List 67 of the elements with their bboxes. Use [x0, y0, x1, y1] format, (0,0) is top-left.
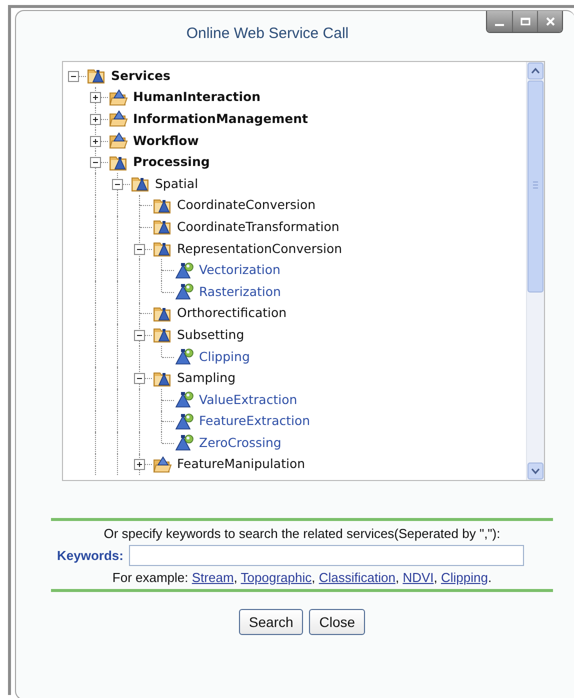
- example-link[interactable]: Clipping: [440, 570, 488, 585]
- folder-icon: [109, 132, 128, 150]
- folder-icon: [109, 88, 128, 106]
- collapse-icon[interactable]: [112, 178, 123, 190]
- folder-icon: [153, 196, 172, 214]
- tree-item[interactable]: CoordinateTransformation: [177, 218, 340, 235]
- tree-item[interactable]: Clipping: [199, 348, 250, 365]
- expand-icon[interactable]: [90, 114, 101, 125]
- tree-item[interactable]: RepresentationConversion: [177, 240, 342, 257]
- close-button[interactable]: [537, 11, 562, 32]
- example-link[interactable]: Topographic: [240, 570, 312, 585]
- expand-icon[interactable]: [134, 459, 145, 470]
- collapse-icon[interactable]: [134, 330, 145, 341]
- collapse-icon[interactable]: [90, 157, 101, 168]
- service-icon: [175, 412, 194, 430]
- folder-icon: [153, 218, 172, 236]
- expand-icon[interactable]: [90, 92, 101, 104]
- tree-item[interactable]: Sampling: [177, 370, 236, 386]
- folder-icon: [109, 110, 128, 128]
- service-icon: [175, 283, 194, 300]
- minimize-button[interactable]: [487, 11, 512, 32]
- service-icon: [175, 391, 194, 408]
- example-text: For example: Stream, Topographic, Classification, NDVI, Clipping.: [112, 570, 492, 585]
- folder-icon: [109, 154, 128, 171]
- keywords-label: Keywords:: [57, 548, 124, 563]
- tree-item[interactable]: Vectorization: [199, 262, 280, 278]
- folder-icon: [131, 175, 150, 192]
- tree-item[interactable]: CoordinateConversion: [177, 197, 316, 214]
- tree-item[interactable]: InformationManagement: [133, 110, 308, 127]
- minimize-icon: [495, 24, 504, 26]
- example-link[interactable]: NDVI: [402, 570, 434, 585]
- keywords-field[interactable]: [129, 545, 524, 566]
- folder-icon: [153, 240, 172, 258]
- service-icon: [175, 262, 194, 279]
- maximize-button[interactable]: [512, 11, 537, 32]
- tree-item[interactable]: FeatureManipulation: [177, 456, 306, 472]
- maximize-icon: [520, 16, 530, 27]
- example-link[interactable]: Classification: [318, 570, 396, 585]
- collapse-icon[interactable]: [68, 70, 79, 82]
- tree-item[interactable]: FeatureExtraction: [199, 413, 310, 430]
- tree-item[interactable]: ValueExtraction: [199, 392, 298, 408]
- expand-icon[interactable]: [90, 136, 101, 147]
- folder-icon: [153, 370, 172, 387]
- example-link[interactable]: Stream: [192, 570, 234, 585]
- service-icon: [175, 434, 194, 452]
- search-button[interactable]: Search: [238, 609, 304, 635]
- scrollbar[interactable]: [526, 62, 544, 480]
- close-icon: [544, 16, 556, 27]
- folder-icon: [153, 304, 172, 322]
- collapse-icon[interactable]: [134, 373, 145, 384]
- folder-icon: [153, 456, 172, 473]
- tree-item[interactable]: HumanInteraction: [133, 89, 260, 106]
- tree-item[interactable]: Workflow: [133, 132, 199, 149]
- folder-icon: [87, 67, 106, 84]
- tree-item[interactable]: Spatial: [155, 176, 198, 192]
- tree-item[interactable]: Rasterization: [199, 284, 281, 300]
- tree-item[interactable]: Subsetting: [177, 326, 244, 343]
- folder-icon: [153, 326, 172, 344]
- tree-item[interactable]: Processing: [133, 154, 210, 170]
- service-icon: [175, 348, 194, 366]
- tree-item[interactable]: ZeroCrossing: [199, 434, 282, 451]
- close-button[interactable]: Close: [309, 609, 366, 635]
- search-instruction: Or specify keywords to search the related services(Seperated by ","):: [104, 526, 500, 541]
- tree-item[interactable]: Orthorectification: [177, 305, 287, 322]
- collapse-icon[interactable]: [134, 244, 145, 255]
- tree-item[interactable]: Services: [111, 68, 170, 84]
- window-title: Online Web Service Call: [186, 24, 349, 44]
